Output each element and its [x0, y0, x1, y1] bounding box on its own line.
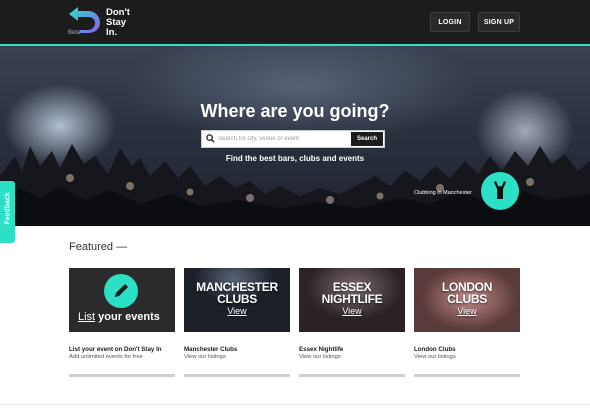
logo-wordmark: Don't Stay In.: [106, 7, 130, 38]
search-input[interactable]: [218, 132, 346, 146]
manchester-overlay-title: MANCHESTER CLUBS: [196, 280, 278, 306]
hero-banner: Where are you going? Search Find the bes…: [0, 46, 590, 226]
card-description: Add unlimited events for free: [69, 354, 143, 360]
search-button[interactable]: Search: [351, 132, 383, 146]
view-link[interactable]: View: [299, 306, 405, 316]
location-caption: Clubbing in Manchester: [414, 190, 472, 196]
london-overlay-title: LONDON CLUBS: [441, 280, 493, 306]
pencil-circle: [104, 274, 138, 308]
beta-label: Beta: [68, 30, 81, 36]
card-divider: [184, 374, 290, 377]
site-logo[interactable]: Don't Stay In. Beta: [66, 5, 146, 39]
list-events-overlay: List your events: [78, 311, 160, 323]
essex-overlay-title: ESSEX NIGHTLIFE: [321, 280, 383, 306]
featured-card-london[interactable]: LONDON CLUBS View: [414, 268, 520, 332]
hero-title: Where are you going?: [200, 101, 390, 121]
view-link[interactable]: View: [184, 306, 290, 316]
featured-card-manchester[interactable]: MANCHESTER CLUBS View: [184, 268, 290, 332]
search-icon: [206, 134, 215, 143]
essex-image[interactable]: ESSEX NIGHTLIFE View: [299, 268, 405, 332]
signup-button[interactable]: SIGN UP: [478, 12, 520, 32]
card-divider: [69, 374, 175, 377]
card-title[interactable]: Essex Nightlife: [299, 346, 343, 353]
card-title[interactable]: London Clubs: [414, 346, 456, 353]
search-bar: Search: [201, 130, 385, 148]
feedback-label: Feedback: [4, 192, 12, 225]
login-button[interactable]: LOGIN: [430, 12, 470, 32]
footer-divider: [0, 404, 590, 405]
hero-subtitle: Find the best bars, clubs and events: [225, 154, 365, 163]
feedback-tab[interactable]: Feedback: [0, 181, 15, 243]
list-events-image[interactable]: List your events: [69, 268, 175, 332]
dancing-badge-icon[interactable]: [481, 172, 519, 210]
card-title[interactable]: List your event on Don't Stay In: [69, 346, 162, 353]
card-divider: [414, 374, 520, 377]
card-description: View our listings: [414, 354, 456, 360]
featured-card-essex[interactable]: ESSEX NIGHTLIFE View: [299, 268, 405, 332]
top-nav-bar: Don't Stay In. Beta LOGIN SIGN UP: [0, 0, 590, 44]
card-divider: [299, 374, 405, 377]
london-image[interactable]: LONDON CLUBS View: [414, 268, 520, 332]
back-arrow-logo-icon: [69, 7, 100, 33]
view-link[interactable]: View: [414, 306, 520, 316]
featured-heading: Featured —: [69, 241, 128, 253]
featured-card-list-events[interactable]: List your events: [69, 268, 175, 332]
card-description: View our listings: [299, 354, 341, 360]
card-description: View our listings: [184, 354, 226, 360]
card-title[interactable]: Manchester Clubs: [184, 346, 237, 353]
manchester-image[interactable]: MANCHESTER CLUBS View: [184, 268, 290, 332]
pencil-icon: [115, 284, 128, 297]
